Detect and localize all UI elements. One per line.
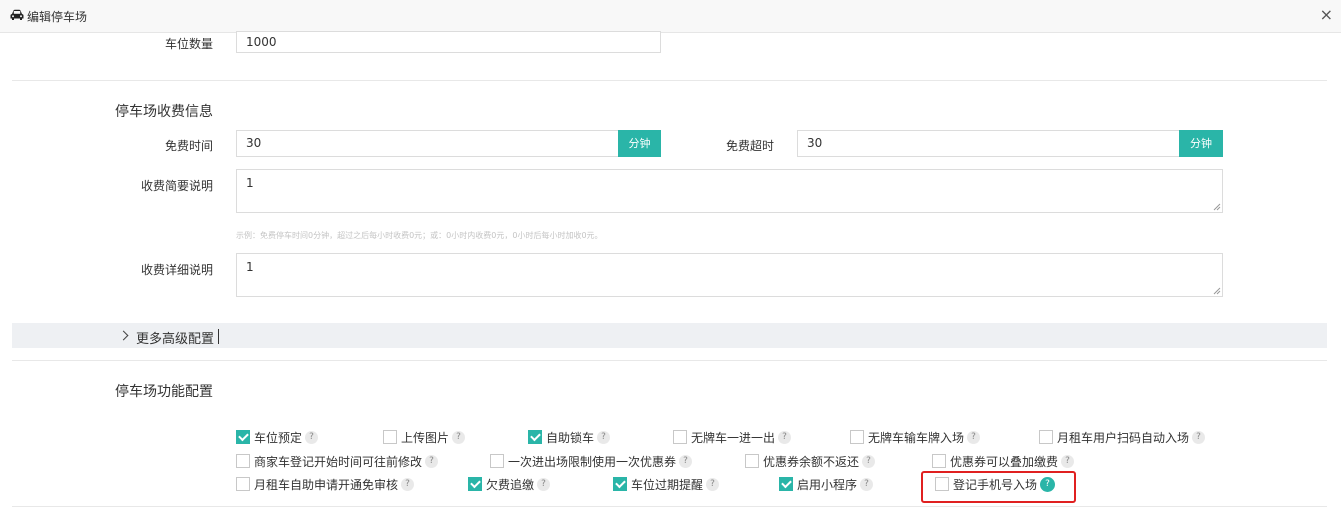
feature-option-label: 自助锁车 [546, 430, 595, 445]
checkbox[interactable] [528, 430, 542, 444]
checkbox[interactable] [490, 454, 504, 468]
feature-option-label: 月租车用户扫码自动入场 [1057, 430, 1190, 445]
checkbox[interactable] [613, 477, 627, 491]
checkbox[interactable] [236, 477, 250, 491]
feature-option-label: 优惠券余额不返还 [763, 454, 860, 469]
feature-option-label: 登记手机号入场 [953, 477, 1038, 492]
help-icon[interactable]: ? [862, 454, 876, 468]
free-overtime-label: 免费超时 [725, 139, 774, 153]
resize-grip-icon[interactable] [1213, 203, 1221, 211]
help-icon[interactable]: ? [778, 430, 792, 444]
feature-option[interactable]: 上传图片? [383, 429, 466, 445]
feature-option[interactable]: 启用小程序? [779, 476, 874, 492]
features-section-title: 停车场功能配置 [115, 384, 213, 400]
help-icon[interactable]: ? [401, 477, 415, 491]
feature-option[interactable]: 商家车登记开始时间可往前修改? [236, 453, 439, 469]
checkbox[interactable] [932, 454, 946, 468]
fee-section-title: 停车场收费信息 [115, 104, 213, 120]
feature-option-label: 一次进出场限制使用一次优惠券 [508, 454, 677, 469]
free-overtime-input[interactable]: 30 [797, 130, 1180, 157]
help-icon[interactable]: ? [537, 477, 551, 491]
fee-hint: 示例：免费停车时间0分钟，超过之后每小时收费0元；或：0小时内收费0元，0小时后… [236, 231, 603, 240]
brief-label: 收费简要说明 [140, 179, 213, 193]
feature-option[interactable]: 无牌车输车牌入场? [850, 429, 981, 445]
feature-option[interactable]: 月租车用户扫码自动入场? [1039, 429, 1206, 445]
feature-option-label: 欠费追缴 [486, 477, 535, 492]
help-icon[interactable]: ? [1061, 454, 1075, 468]
space-count-label: 车位数量 [164, 37, 213, 51]
detail-label: 收费详细说明 [140, 263, 213, 277]
advanced-config-label: 更多高级配置 [136, 332, 215, 347]
brief-value: 1 [246, 176, 254, 190]
space-count-input[interactable]: 1000 [236, 31, 661, 53]
feature-option[interactable]: 自助锁车? [528, 429, 611, 445]
brief-textarea[interactable]: 1 [236, 169, 1223, 213]
feature-option-label: 商家车登记开始时间可往前修改 [254, 454, 423, 469]
help-icon[interactable]: ? [425, 454, 439, 468]
help-icon[interactable]: ? [1192, 430, 1206, 444]
help-icon[interactable]: ? [1040, 476, 1056, 492]
feature-option-label: 优惠券可以叠加缴费 [950, 454, 1059, 469]
checkbox[interactable] [1039, 430, 1053, 444]
resize-grip-icon[interactable] [1213, 287, 1221, 295]
chevron-right-icon [118, 330, 129, 341]
car-icon [10, 9, 24, 20]
close-icon[interactable]: × [1320, 6, 1333, 24]
help-icon[interactable]: ? [706, 477, 720, 491]
feature-option[interactable]: 优惠券可以叠加缴费? [932, 453, 1075, 469]
checkbox[interactable] [935, 477, 949, 491]
help-icon[interactable]: ? [452, 430, 466, 444]
divider [12, 80, 1327, 81]
dialog-title: 编辑停车场 [27, 10, 88, 24]
feature-option-label: 月租车自助申请开通免审核 [254, 477, 399, 492]
advanced-config-toggle[interactable]: 更多高级配置 [12, 323, 1327, 348]
free-time-input[interactable]: 30 [236, 130, 619, 157]
help-icon[interactable]: ? [305, 430, 319, 444]
feature-option[interactable]: 欠费追缴? [468, 476, 551, 492]
checkbox[interactable] [779, 477, 793, 491]
help-icon[interactable]: ? [967, 430, 981, 444]
checkbox[interactable] [745, 454, 759, 468]
feature-option[interactable]: 优惠券余额不返还? [745, 453, 876, 469]
divider [12, 506, 1327, 507]
checkbox[interactable] [383, 430, 397, 444]
feature-option-label: 启用小程序 [797, 477, 858, 492]
checkbox[interactable] [468, 477, 482, 491]
dialog-title-bar: 编辑停车场 × [0, 0, 1341, 33]
detail-textarea[interactable]: 1 [236, 253, 1223, 297]
feature-option-label: 上传图片 [401, 430, 450, 445]
feature-option[interactable]: 月租车自助申请开通免审核? [236, 476, 415, 492]
help-icon[interactable]: ? [860, 477, 874, 491]
help-icon[interactable]: ? [679, 454, 693, 468]
checkbox[interactable] [850, 430, 864, 444]
divider [12, 360, 1327, 361]
feature-option[interactable]: 无牌车一进一出? [673, 429, 792, 445]
free-time-label: 免费时间 [164, 139, 213, 153]
feature-option-label: 车位预定 [254, 430, 303, 445]
checkbox[interactable] [236, 454, 250, 468]
feature-option[interactable]: 车位预定? [236, 429, 319, 445]
checkbox[interactable] [236, 430, 250, 444]
feature-option[interactable]: 车位过期提醒? [613, 476, 720, 492]
free-overtime-unit: 分钟 [1179, 130, 1223, 157]
feature-option-label: 无牌车一进一出 [691, 430, 776, 445]
free-time-unit: 分钟 [618, 130, 661, 157]
help-icon[interactable]: ? [597, 430, 611, 444]
checkbox[interactable] [673, 430, 687, 444]
feature-option-label: 无牌车输车牌入场 [868, 430, 965, 445]
detail-value: 1 [246, 260, 254, 274]
text-caret [218, 329, 219, 344]
feature-option[interactable]: 登记手机号入场? [935, 476, 1056, 492]
feature-option[interactable]: 一次进出场限制使用一次优惠券? [490, 453, 693, 469]
feature-option-label: 车位过期提醒 [631, 477, 704, 492]
